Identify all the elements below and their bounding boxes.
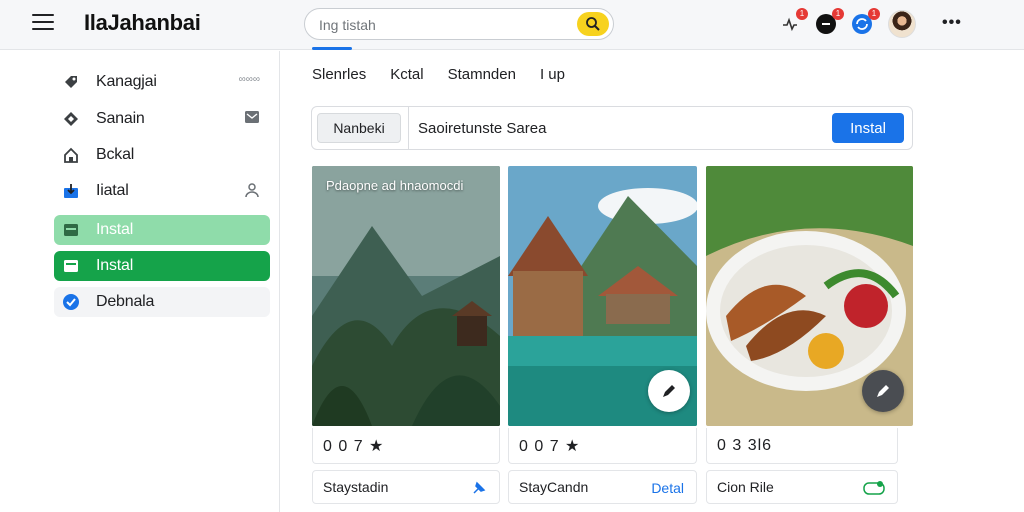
- card-image: [706, 166, 913, 426]
- app-title: IlaJahanbai: [84, 10, 201, 35]
- card[interactable]: 0 0 7 ★ StayCandn Detal: [508, 166, 697, 506]
- edit-button[interactable]: [862, 370, 904, 412]
- eco-badge-icon[interactable]: [863, 480, 885, 499]
- edit-button[interactable]: [648, 370, 690, 412]
- sidebar-item-debnala[interactable]: Debnala: [54, 287, 270, 317]
- pin-icon[interactable]: [471, 480, 487, 499]
- card-info-row: Cion Rile: [706, 470, 898, 504]
- edit-icon: [663, 385, 675, 397]
- avatar[interactable]: [888, 10, 916, 38]
- detail-link[interactable]: Detal: [651, 480, 684, 496]
- card-title: Staystadin: [323, 479, 389, 495]
- search-bar: [304, 8, 614, 40]
- sidebar-item-label: Iiatal: [96, 182, 129, 199]
- mail-icon: [62, 257, 80, 275]
- folder-icon: [62, 221, 80, 239]
- updates-button[interactable]: 1: [850, 8, 880, 36]
- sidebar-item-label: Bckal: [96, 146, 135, 163]
- tab-i-up[interactable]: I up: [540, 66, 565, 83]
- rating-row: 0 0 7 ★: [312, 428, 500, 464]
- filter-bar: Nanbeki Instal: [311, 106, 913, 150]
- card-title: StayCandn: [519, 479, 589, 495]
- top-bar: IlaJahanbai 1 1 1 •••: [0, 0, 1024, 50]
- card-image-caption: Pdaopne ad hnaomocdi: [326, 178, 464, 193]
- active-tab-indicator: [312, 47, 352, 50]
- sidebar-item-trail: ∞∞∞: [238, 74, 260, 85]
- sidebar-item-label: Sanain: [96, 110, 145, 127]
- edit-icon: [877, 385, 889, 397]
- diamond-icon: [62, 110, 80, 128]
- sidebar-item-sanain[interactable]: Sanain: [54, 104, 270, 134]
- sidebar-item-label: Instal: [96, 221, 134, 238]
- activity-button[interactable]: 1: [778, 8, 808, 36]
- main-tabs: Slenrles Kctal Stamnden I up: [312, 66, 589, 83]
- tag-icon: [62, 73, 80, 91]
- sidebar-item-label: Debnala: [96, 293, 155, 310]
- more-options-icon[interactable]: •••: [942, 14, 962, 32]
- hamburger-menu-icon[interactable]: [32, 14, 54, 32]
- search-icon: [586, 17, 600, 31]
- sidebar-item-label: Kanagjai: [96, 73, 157, 90]
- sidebar: Kanagjai ∞∞∞ Sanain Bckal Iiatal Instal …: [0, 51, 280, 512]
- sidebar-item-instal-1[interactable]: Instal: [54, 215, 270, 245]
- check-circle-icon: [62, 293, 80, 311]
- sidebar-item-label: Instal: [96, 257, 134, 274]
- notification-badge: 1: [796, 8, 808, 20]
- card-image: [508, 166, 697, 426]
- card-info-row: StayCandn Detal: [508, 470, 697, 504]
- tab-slenrles[interactable]: Slenrles: [312, 66, 366, 83]
- notification-badge: 1: [868, 8, 880, 20]
- people-icon[interactable]: [244, 182, 260, 201]
- card-image: Pdaopne ad hnaomocdi: [312, 166, 500, 426]
- tab-kctal[interactable]: Kctal: [390, 66, 423, 83]
- download-icon: [62, 182, 80, 200]
- messages-button[interactable]: 1: [814, 8, 844, 36]
- install-button[interactable]: Instal: [832, 113, 904, 143]
- divider: [408, 107, 409, 149]
- sidebar-item-instal-2[interactable]: Instal: [54, 251, 270, 281]
- sidebar-item-bckal[interactable]: Bckal: [54, 140, 270, 170]
- sidebar-item-iiatal[interactable]: Iiatal: [54, 176, 270, 206]
- sidebar-item-kanagjai[interactable]: Kanagjai ∞∞∞: [54, 67, 270, 97]
- filter-dropdown[interactable]: Nanbeki: [317, 113, 401, 143]
- search-input[interactable]: [319, 15, 569, 35]
- card[interactable]: 0 3 3l6 Cion Rile: [706, 166, 913, 506]
- filter-input[interactable]: [418, 116, 818, 140]
- rating-row: 0 3 3l6: [706, 428, 898, 464]
- card[interactable]: Pdaopne ad hnaomocdi 0 0 7 ★ Staystadin: [312, 166, 500, 506]
- inbox-icon[interactable]: [244, 110, 260, 127]
- notification-badge: 1: [832, 8, 844, 20]
- search-button[interactable]: [577, 12, 609, 36]
- home-icon: [62, 146, 80, 164]
- tab-stamnden[interactable]: Stamnden: [448, 66, 516, 83]
- rating-row: 0 0 7 ★: [508, 428, 697, 464]
- card-info-row: Staystadin: [312, 470, 500, 504]
- card-title: Cion Rile: [717, 479, 774, 495]
